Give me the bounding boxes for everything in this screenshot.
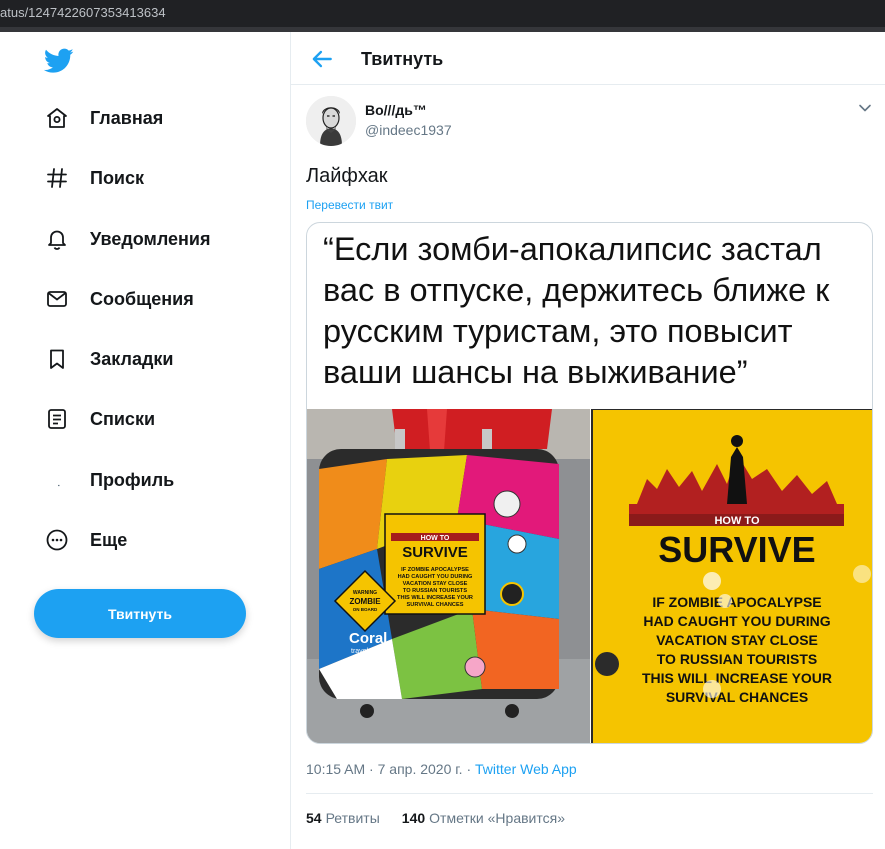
suitcase-brand-sub: travel (351, 648, 369, 655)
sticker-small-body: TO RUSSIAN TOURISTS (403, 588, 467, 594)
url-text[interactable]: atus/1247422607353413634 (0, 5, 166, 20)
suitcase-brand: Coral (349, 630, 387, 647)
meta-separator: · (466, 761, 475, 777)
bell-icon (44, 226, 70, 252)
author-handle[interactable]: @indeec1937 (365, 122, 452, 138)
divider (306, 793, 873, 794)
sticker-small-body: VACATION STAY CLOSE (403, 581, 468, 587)
sidebar-item-label: Профиль (90, 469, 175, 490)
sign-body-line: VACATION STAY CLOSE (656, 632, 818, 648)
warning-sticker-top: WARNING (353, 590, 377, 596)
sticker-small-body: HAD CAUGHT YOU DURING (398, 574, 473, 580)
profile-icon (44, 467, 70, 493)
sign-body-line: HAD CAUGHT YOU DURING (643, 613, 830, 629)
sticker-small-line2: SURVIVE (402, 544, 468, 561)
sticker-small-body: IF ZOMBIE APOCALYPSE (401, 567, 469, 573)
retweets-label: Ретвиты (325, 810, 380, 826)
likes-label: Отметки «Нравится» (429, 810, 565, 826)
sign-body-line: THIS WILL INCREASE YOUR (642, 670, 832, 686)
main-column: Твитнуть Bo///дь™ @indeec1937 Лайфхак Пе… (290, 32, 885, 849)
sidebar-item-bookmarks[interactable]: Закладки (34, 335, 173, 383)
tweet-stats: 54 Ретвиты 140 Отметки «Нравится» (306, 810, 587, 826)
compose-tweet-button[interactable]: Твитнуть (34, 589, 246, 638)
author-name[interactable]: Bo///дь™ (365, 102, 427, 118)
sidebar-item-explore[interactable]: Поиск (34, 154, 144, 202)
sidebar-item-more[interactable]: Еще (34, 516, 127, 564)
retweets-stat[interactable]: 54 Ретвиты (306, 810, 380, 826)
list-icon (44, 406, 70, 432)
meta-separator: · (369, 761, 378, 777)
sign-body-line: IF ZOMBIE APOCALYPSE (652, 594, 821, 610)
sidebar-item-label: Главная (90, 107, 164, 128)
likes-count: 140 (401, 810, 426, 826)
warning-sticker-bottom: ON BOARD (353, 607, 378, 612)
tweet-timestamp: 10:15 AM · 7 апр. 2020 г. · Twitter Web … (306, 761, 577, 777)
chevron-down-icon[interactable] (857, 100, 873, 116)
sticker-small-line1: HOW TO (421, 535, 450, 542)
back-arrow-icon[interactable] (309, 46, 335, 72)
more-icon (44, 527, 70, 553)
sign-line1: HOW TO (714, 515, 759, 527)
sidebar-item-profile[interactable]: Профиль (34, 456, 174, 504)
sidebar-item-notifications[interactable]: Уведомления (34, 215, 211, 263)
sign-body-line: SURVIVAL CHANCES (666, 689, 808, 705)
sidebar-item-label: Сообщения (90, 288, 194, 309)
sidebar-item-lists[interactable]: Списки (34, 395, 155, 443)
likes-stat[interactable]: 140 Отметки «Нравится» (402, 810, 565, 826)
sticker-small-body: SURVIVAL CHANCES (407, 602, 464, 608)
sidebar-item-label: Закладки (90, 348, 174, 369)
sidebar-item-label: Уведомления (90, 228, 211, 249)
envelope-icon (44, 286, 70, 312)
browser-address-bar[interactable]: atus/1247422607353413634 (0, 0, 885, 27)
page-title: Твитнуть (361, 49, 444, 69)
sign-line2: SURVIVE (658, 529, 815, 570)
translate-link[interactable]: Перевести твит (306, 198, 393, 212)
twitter-bird-icon[interactable] (43, 48, 74, 74)
tweet-source-link[interactable]: Twitter Web App (475, 761, 577, 777)
bookmark-icon (44, 346, 70, 372)
retweets-count: 54 (306, 810, 322, 826)
sticker-small-body: THIS WILL INCREASE YOUR (397, 595, 473, 601)
sidebar: Главная Поиск Уведомления Сообщения Закл… (0, 32, 290, 849)
page-header: Твитнуть (291, 32, 885, 85)
warning-sticker-mid: ZOMBIE (349, 597, 381, 606)
home-icon (44, 105, 70, 131)
sidebar-item-label: Еще (90, 529, 128, 550)
sidebar-item-messages[interactable]: Сообщения (34, 275, 194, 323)
sign-body-line: TO RUSSIAN TOURISTS (657, 651, 818, 667)
tweet-media[interactable]: “Если зомби-апокалипсис застал вас в отп… (306, 222, 873, 744)
sidebar-item-label: Поиск (90, 167, 145, 188)
media-quote-text: “Если зомби-апокалипсис застал вас в отп… (323, 231, 830, 390)
avatar[interactable] (306, 96, 356, 146)
hashtag-icon (44, 165, 70, 191)
tweet-date[interactable]: 7 апр. 2020 г. (378, 761, 463, 777)
sidebar-item-home[interactable]: Главная (34, 94, 163, 142)
tweet-time[interactable]: 10:15 AM (306, 761, 365, 777)
media-photo: HOW TO SURVIVE IF ZOMBIE APOCALYPSE HAD … (307, 409, 872, 743)
sidebar-item-label: Списки (90, 408, 156, 429)
tweet-text: Лайфхак (306, 165, 388, 187)
